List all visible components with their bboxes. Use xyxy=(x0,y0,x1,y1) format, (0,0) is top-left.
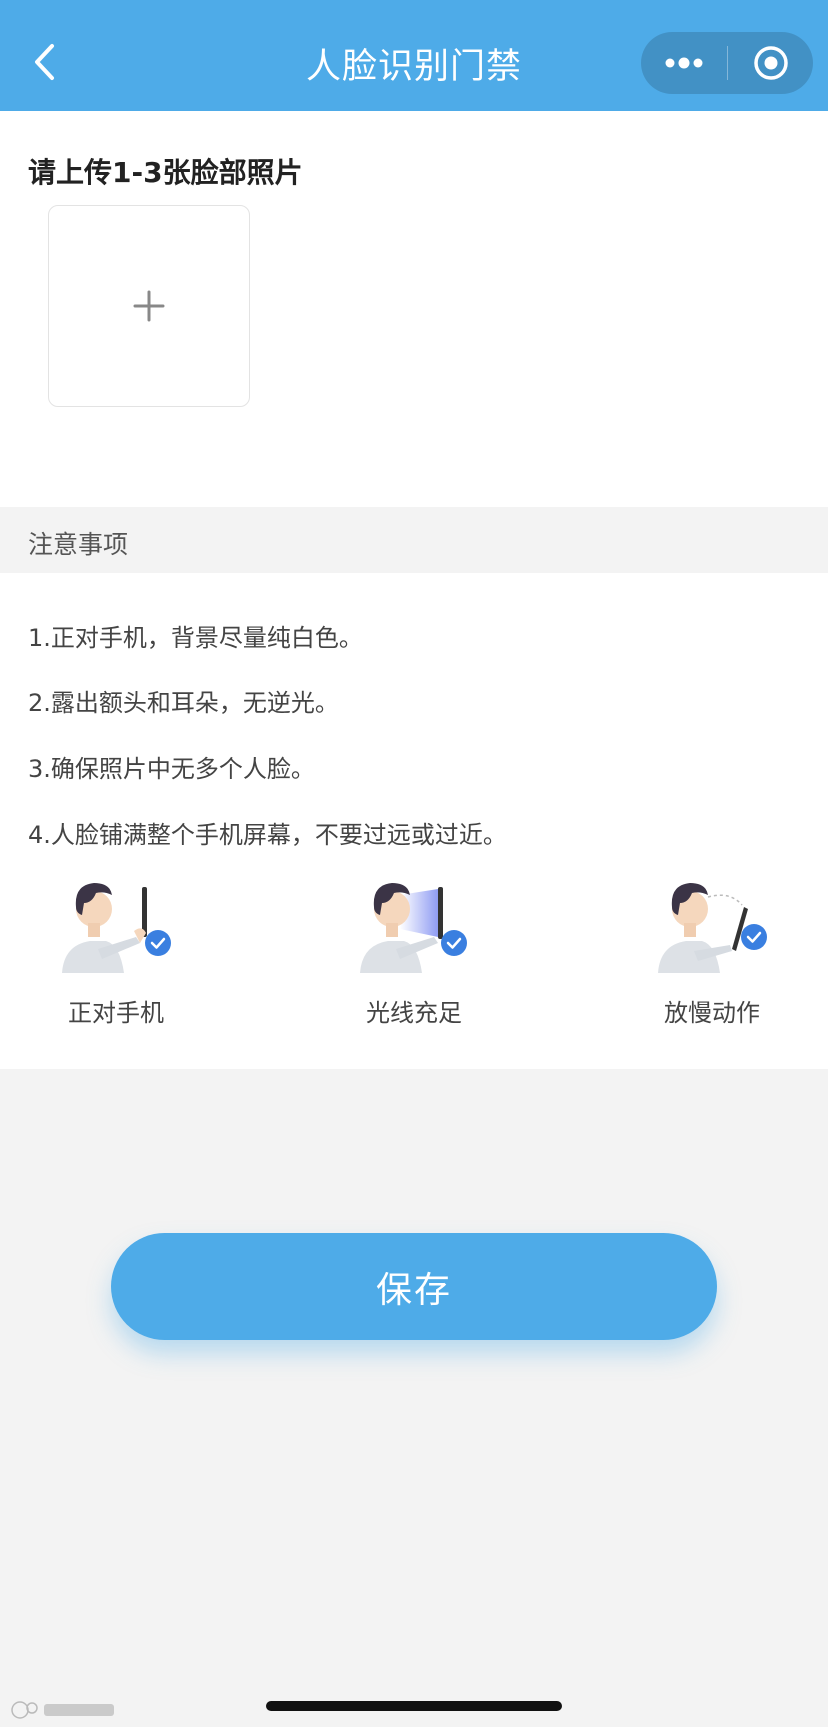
note-item-4: 4.人脸铺满整个手机屏幕，不要过远或过近。 xyxy=(28,821,507,849)
lighting-illustration xyxy=(360,883,443,973)
note-item-3: 3.确保照片中无多个人脸。 xyxy=(28,755,315,783)
notes-header: 注意事项 xyxy=(0,507,828,573)
check-badge-icon xyxy=(441,930,467,956)
tip-label-face-phone: 正对手机 xyxy=(68,999,164,1027)
close-button[interactable] xyxy=(728,32,813,94)
check-badge-icon xyxy=(741,924,767,950)
tip-slow-motion: 放慢动作 xyxy=(632,873,828,1043)
tip-face-phone: 正对手机 xyxy=(36,873,236,1043)
face-phone-illustration xyxy=(62,883,147,973)
notes-header-label: 注意事项 xyxy=(28,530,129,559)
navigation-bar: 人脸识别门禁 xyxy=(0,0,828,111)
check-badge-icon xyxy=(145,930,171,956)
home-indicator xyxy=(266,1701,562,1711)
tip-lighting: 光线充足 xyxy=(334,873,534,1043)
tip-label-lighting: 光线充足 xyxy=(366,999,462,1027)
target-circle-icon xyxy=(753,46,788,80)
note-item-2: 2.露出额头和耳朵，无逆光。 xyxy=(28,689,339,717)
more-button[interactable] xyxy=(641,32,727,94)
add-photo-button[interactable] xyxy=(48,205,250,407)
upload-title: 请上传1-3张脸部照片 xyxy=(28,156,303,189)
more-dots-icon xyxy=(665,57,703,69)
miniprogram-capsule xyxy=(641,32,813,94)
notes-section: 1.正对手机，背景尽量纯白色。 2.露出额头和耳朵，无逆光。 3.确保照片中无多… xyxy=(0,573,828,1069)
note-item-1: 1.正对手机，背景尽量纯白色。 xyxy=(28,624,363,652)
upload-section: 请上传1-3张脸部照片 xyxy=(0,111,828,507)
save-button[interactable]: 保存 xyxy=(111,1233,717,1340)
watermark-logo xyxy=(11,1701,114,1719)
plus-icon xyxy=(133,290,165,322)
tip-label-slow-motion: 放慢动作 xyxy=(664,999,760,1027)
